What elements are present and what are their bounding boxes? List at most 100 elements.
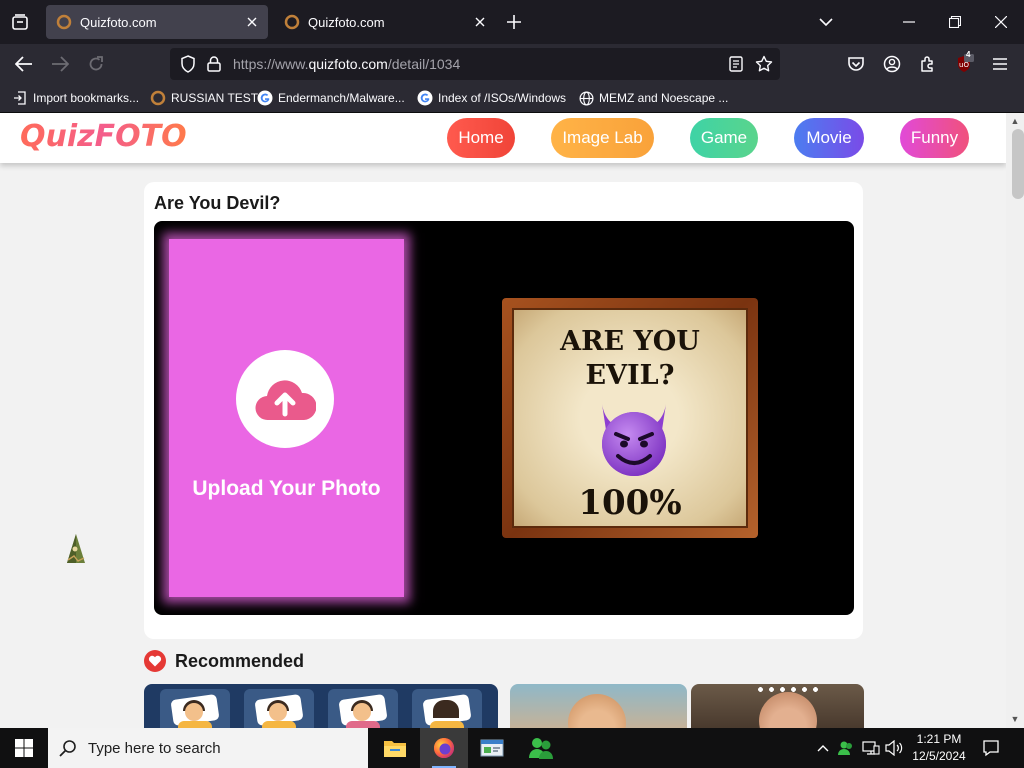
recommended-title: Recommended xyxy=(175,650,305,671)
minimize-icon[interactable] xyxy=(897,10,921,34)
site-header: QuizFOTO Home Image Lab Game Movie Funny xyxy=(0,113,1006,163)
upload-label: Upload Your Photo xyxy=(192,477,381,500)
smiling-devil-icon xyxy=(602,404,666,476)
sleeping-avatar-thumbnail xyxy=(160,689,230,728)
scroll-down-icon[interactable]: ▼ xyxy=(1009,713,1021,725)
bookmark-russian-test[interactable]: RUSSIAN TEST xyxy=(150,89,258,107)
tab-title: Quizfoto.com xyxy=(308,14,385,30)
upload-photo-zone[interactable]: Upload Your Photo xyxy=(169,239,404,597)
url-text[interactable]: https://www.quizfoto.com/detail/1034 xyxy=(233,56,460,72)
lock-icon[interactable] xyxy=(204,54,224,74)
navigation-toolbar: https://www.quizfoto.com/detail/1034 uO … xyxy=(0,44,1024,84)
reader-view-icon[interactable] xyxy=(726,54,746,74)
scroll-up-icon[interactable]: ▲ xyxy=(1009,115,1021,127)
quiz-card: Are You Devil? Upload Your Photo ARE YOU… xyxy=(144,182,863,639)
shield-icon[interactable] xyxy=(178,54,198,74)
sleeping-avatar-thumbnail xyxy=(328,689,398,728)
recommended-quiz-card[interactable] xyxy=(144,684,498,728)
pocket-icon[interactable] xyxy=(844,52,868,76)
back-arrow-icon[interactable] xyxy=(12,52,36,76)
clock-time: 1:21 PM xyxy=(916,732,962,746)
nav-funny-button[interactable]: Funny xyxy=(900,118,969,158)
nav-image-lab-button[interactable]: Image Lab xyxy=(551,118,654,158)
messenger-tray-icon[interactable] xyxy=(836,738,856,758)
close-tab-icon[interactable] xyxy=(240,10,264,34)
upload-button[interactable] xyxy=(236,350,334,448)
quizfoto-favicon xyxy=(284,14,300,30)
app-window-icon[interactable] xyxy=(468,728,516,768)
forward-arrow-icon[interactable] xyxy=(48,52,72,76)
taskbar-clock[interactable]: 1:21 PM 12/5/2024 xyxy=(906,731,972,765)
recommended-quiz-card[interactable] xyxy=(691,684,864,728)
nav-game-button[interactable]: Game xyxy=(690,118,758,158)
quiz-stage: Upload Your Photo ARE YOU EVIL? 100% xyxy=(154,221,854,615)
recommended-header: Recommended xyxy=(144,649,304,673)
extension-badge: 4 xyxy=(966,50,971,59)
bookmark-memz[interactable]: MEMZ and Noescape ... xyxy=(578,89,728,107)
sleeping-avatar-thumbnail xyxy=(412,689,482,728)
taskbar-search-box[interactable]: Type here to search xyxy=(48,728,368,768)
nav-home-button[interactable]: Home xyxy=(447,118,515,158)
desktop-pet-icon xyxy=(67,534,85,563)
quizfoto-favicon xyxy=(56,14,72,30)
windows-start-icon[interactable] xyxy=(0,728,48,768)
tab-title: Quizfoto.com xyxy=(80,14,157,30)
site-logo[interactable]: QuizFOTO xyxy=(20,119,187,154)
quizfoto-favicon xyxy=(150,90,166,106)
sleeping-avatar-thumbnail xyxy=(244,689,314,728)
globe-icon xyxy=(578,90,594,106)
bookmark-label: Index of /ISOs/Windows xyxy=(438,91,567,105)
messenger-people-icon[interactable] xyxy=(517,728,565,768)
file-explorer-icon[interactable] xyxy=(371,728,419,768)
bookmark-label: MEMZ and Noescape ... xyxy=(599,91,729,105)
scrollbar-thumb[interactable] xyxy=(1012,129,1024,199)
bookmark-star-icon[interactable] xyxy=(754,54,774,74)
quiz-title: Are You Devil? xyxy=(154,193,281,213)
bookmark-index-isos[interactable]: Index of /ISOs/Windows xyxy=(417,89,566,107)
google-icon xyxy=(257,90,273,106)
firefox-icon[interactable] xyxy=(420,728,468,768)
page-scrollbar[interactable]: ▲ ▼ xyxy=(1006,113,1024,728)
page-viewport: QuizFOTO Home Image Lab Game Movie Funny… xyxy=(0,113,1024,728)
ublock-origin-icon[interactable]: uO 4 xyxy=(952,50,976,76)
windows-taskbar: Type here to search 1:21 PM 12/5/2024 xyxy=(0,728,1024,768)
bookmark-label: RUSSIAN TEST xyxy=(171,91,259,105)
url-prefix: https://www. xyxy=(233,56,309,72)
recommended-quiz-card[interactable] xyxy=(510,684,687,728)
cloud-upload-icon xyxy=(255,380,316,421)
tab-list-icon[interactable] xyxy=(8,10,32,34)
list-all-tabs-icon[interactable] xyxy=(814,10,838,34)
tab-bar: Quizfoto.com Quizfoto.com xyxy=(0,0,1024,44)
reload-icon[interactable] xyxy=(84,52,108,76)
url-bar[interactable]: https://www.quizfoto.com/detail/1034 xyxy=(170,48,780,80)
search-icon xyxy=(48,739,88,757)
google-icon xyxy=(417,90,433,106)
portrait-thumbnail xyxy=(568,694,626,728)
close-tab-icon[interactable] xyxy=(468,10,492,34)
tab-quizfoto[interactable]: Quizfoto.com xyxy=(274,5,496,39)
extensions-icon[interactable] xyxy=(916,52,940,76)
menu-hamburger-icon[interactable] xyxy=(988,52,1012,76)
tab-quizfoto-active[interactable]: Quizfoto.com xyxy=(46,5,268,39)
notification-center-icon[interactable] xyxy=(981,738,1001,758)
bookmark-label: Endermanch/Malware... xyxy=(278,91,405,105)
bookmarks-toolbar: Import bookmarks... RUSSIAN TEST Enderma… xyxy=(0,84,1024,113)
quiz-preview-image: ARE YOU EVIL? 100% xyxy=(502,298,758,538)
clock-date: 12/5/2024 xyxy=(912,749,966,763)
nav-movie-button[interactable]: Movie xyxy=(794,118,864,158)
restore-icon[interactable] xyxy=(943,10,967,34)
close-window-icon[interactable] xyxy=(989,10,1013,34)
bookmark-label: Import bookmarks... xyxy=(33,91,140,105)
preview-text-line3: 100% xyxy=(578,483,682,523)
network-icon[interactable] xyxy=(861,738,881,758)
account-icon[interactable] xyxy=(880,52,904,76)
preview-parchment: ARE YOU EVIL? 100% xyxy=(512,308,748,528)
url-host: quizfoto.com xyxy=(308,56,388,72)
volume-icon[interactable] xyxy=(884,738,904,758)
preview-text-line2: EVIL? xyxy=(585,360,675,391)
heart-icon xyxy=(144,650,166,672)
bookmark-endermanch[interactable]: Endermanch/Malware... xyxy=(257,89,405,107)
new-tab-button[interactable] xyxy=(502,10,526,34)
chevron-up-icon[interactable] xyxy=(813,738,833,758)
bookmark-import[interactable]: Import bookmarks... xyxy=(12,89,139,107)
